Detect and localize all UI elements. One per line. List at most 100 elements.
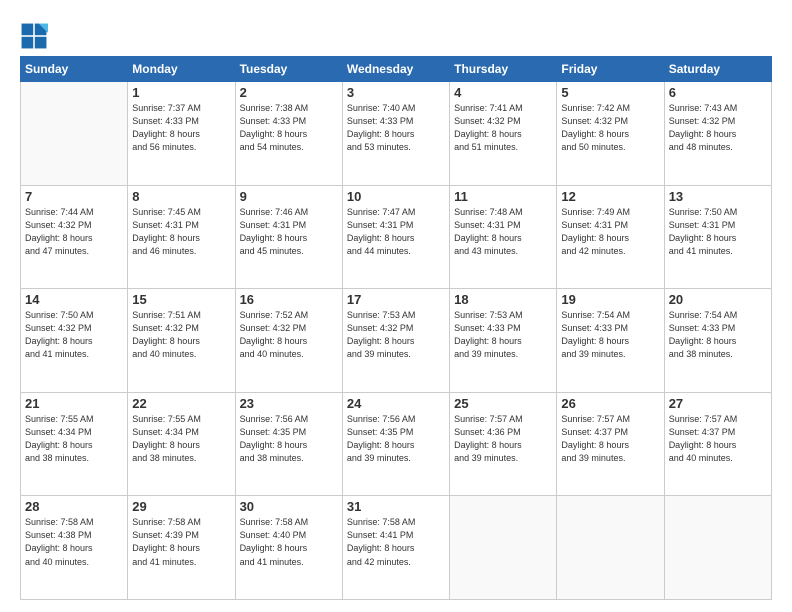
day-cell: 30Sunrise: 7:58 AMSunset: 4:40 PMDayligh…: [235, 496, 342, 600]
day-cell: 22 Sunrise: 7:55 AMSunset: 4:34 PMDayligh…: [128, 392, 235, 496]
day-cell: 2Sunrise: 7:38 AMSunset: 4:33 PMDaylight…: [235, 82, 342, 186]
day-number: 30: [240, 499, 338, 514]
day-info: Sunrise: 7:37 AMSunset: 4:33 PMDaylight:…: [132, 102, 230, 154]
day-number: 9: [240, 189, 338, 204]
day-number: 26: [561, 396, 659, 411]
day-info: Sunrise: 7:57 AMSunset: 4:37 PMDaylight:…: [669, 413, 767, 465]
day-info: Sunrise: 7:57 AMSunset: 4:36 PMDaylight:…: [454, 413, 552, 465]
day-info: Sunrise: 7:50 AMSunset: 4:32 PMDaylight:…: [25, 309, 123, 361]
day-number: 16: [240, 292, 338, 307]
day-info: Sunrise: 7:50 AMSunset: 4:31 PMDaylight:…: [669, 206, 767, 258]
day-number: 17: [347, 292, 445, 307]
day-info: Sunrise: 7:54 AMSunset: 4:33 PMDaylight:…: [561, 309, 659, 361]
day-number: 6: [669, 85, 767, 100]
day-number: 14: [25, 292, 123, 307]
weekday-header-friday: Friday: [557, 57, 664, 82]
week-row-5: 28 Sunrise: 7:58 AMSunset: 4:38 PMDayligh…: [21, 496, 772, 600]
day-info: Sunrise: 7:58 AMSunset: 4:38 PMDaylight:…: [25, 516, 123, 568]
day-number: 25: [454, 396, 552, 411]
weekday-header-sunday: Sunday: [21, 57, 128, 82]
day-info: Sunrise: 7:56 AMSunset: 4:35 PMDaylight:…: [240, 413, 338, 465]
day-cell: 25 Sunrise: 7:57 AMSunset: 4:36 PMDayligh…: [450, 392, 557, 496]
day-cell: 12 Sunrise: 7:49 AMSunset: 4:31 PMDayligh…: [557, 185, 664, 289]
day-cell: 28 Sunrise: 7:58 AMSunset: 4:38 PMDayligh…: [21, 496, 128, 600]
week-row-1: 1 Sunrise: 7:37 AMSunset: 4:33 PMDaylight…: [21, 82, 772, 186]
day-number: 29: [132, 499, 230, 514]
day-cell: [450, 496, 557, 600]
day-info: Sunrise: 7:49 AMSunset: 4:31 PMDaylight:…: [561, 206, 659, 258]
logo-icon: [20, 22, 48, 50]
day-info: Sunrise: 7:56 AMSunset: 4:35 PMDaylight:…: [347, 413, 445, 465]
day-info: Sunrise: 7:54 AMSunset: 4:33 PMDaylight:…: [669, 309, 767, 361]
day-cell: 1 Sunrise: 7:37 AMSunset: 4:33 PMDaylight…: [128, 82, 235, 186]
day-number: 20: [669, 292, 767, 307]
weekday-header-monday: Monday: [128, 57, 235, 82]
weekday-header-saturday: Saturday: [664, 57, 771, 82]
day-cell: 3 Sunrise: 7:40 AMSunset: 4:33 PMDaylight…: [342, 82, 449, 186]
weekday-header-tuesday: Tuesday: [235, 57, 342, 82]
day-cell: 11 Sunrise: 7:48 AMSunset: 4:31 PMDayligh…: [450, 185, 557, 289]
day-info: Sunrise: 7:55 AMSunset: 4:34 PMDaylight:…: [25, 413, 123, 465]
day-number: 15: [132, 292, 230, 307]
week-row-4: 21 Sunrise: 7:55 AMSunset: 4:34 PMDayligh…: [21, 392, 772, 496]
header: [20, 18, 772, 50]
day-cell: 4Sunrise: 7:41 AMSunset: 4:32 PMDaylight…: [450, 82, 557, 186]
day-info: Sunrise: 7:53 AMSunset: 4:32 PMDaylight:…: [347, 309, 445, 361]
day-cell: 18 Sunrise: 7:53 AMSunset: 4:33 PMDayligh…: [450, 289, 557, 393]
day-cell: 27 Sunrise: 7:57 AMSunset: 4:37 PMDayligh…: [664, 392, 771, 496]
weekday-header-thursday: Thursday: [450, 57, 557, 82]
weekday-header-row: SundayMondayTuesdayWednesdayThursdayFrid…: [21, 57, 772, 82]
day-number: 24: [347, 396, 445, 411]
day-info: Sunrise: 7:48 AMSunset: 4:31 PMDaylight:…: [454, 206, 552, 258]
day-number: 12: [561, 189, 659, 204]
day-number: 21: [25, 396, 123, 411]
day-number: 3: [347, 85, 445, 100]
day-cell: 16Sunrise: 7:52 AMSunset: 4:32 PMDayligh…: [235, 289, 342, 393]
day-info: Sunrise: 7:41 AMSunset: 4:32 PMDaylight:…: [454, 102, 552, 154]
day-info: Sunrise: 7:43 AMSunset: 4:32 PMDaylight:…: [669, 102, 767, 154]
day-number: 22: [132, 396, 230, 411]
day-number: 27: [669, 396, 767, 411]
day-info: Sunrise: 7:42 AMSunset: 4:32 PMDaylight:…: [561, 102, 659, 154]
day-number: 13: [669, 189, 767, 204]
day-cell: 23 Sunrise: 7:56 AMSunset: 4:35 PMDayligh…: [235, 392, 342, 496]
day-number: 19: [561, 292, 659, 307]
day-cell: [557, 496, 664, 600]
day-cell: 8Sunrise: 7:45 AMSunset: 4:31 PMDaylight…: [128, 185, 235, 289]
day-cell: 20 Sunrise: 7:54 AMSunset: 4:33 PMDayligh…: [664, 289, 771, 393]
day-info: Sunrise: 7:47 AMSunset: 4:31 PMDaylight:…: [347, 206, 445, 258]
day-cell: 5 Sunrise: 7:42 AMSunset: 4:32 PMDaylight…: [557, 82, 664, 186]
week-row-3: 14 Sunrise: 7:50 AMSunset: 4:32 PMDayligh…: [21, 289, 772, 393]
day-number: 1: [132, 85, 230, 100]
day-number: 23: [240, 396, 338, 411]
day-number: 5: [561, 85, 659, 100]
day-info: Sunrise: 7:57 AMSunset: 4:37 PMDaylight:…: [561, 413, 659, 465]
day-number: 7: [25, 189, 123, 204]
week-row-2: 7 Sunrise: 7:44 AMSunset: 4:32 PMDaylight…: [21, 185, 772, 289]
day-cell: 13 Sunrise: 7:50 AMSunset: 4:31 PMDayligh…: [664, 185, 771, 289]
day-cell: [21, 82, 128, 186]
day-cell: 14 Sunrise: 7:50 AMSunset: 4:32 PMDayligh…: [21, 289, 128, 393]
day-info: Sunrise: 7:44 AMSunset: 4:32 PMDaylight:…: [25, 206, 123, 258]
day-cell: 24 Sunrise: 7:56 AMSunset: 4:35 PMDayligh…: [342, 392, 449, 496]
day-cell: 7 Sunrise: 7:44 AMSunset: 4:32 PMDaylight…: [21, 185, 128, 289]
day-cell: 31Sunrise: 7:58 AMSunset: 4:41 PMDayligh…: [342, 496, 449, 600]
day-cell: 17 Sunrise: 7:53 AMSunset: 4:32 PMDayligh…: [342, 289, 449, 393]
day-cell: 19 Sunrise: 7:54 AMSunset: 4:33 PMDayligh…: [557, 289, 664, 393]
weekday-header-wednesday: Wednesday: [342, 57, 449, 82]
day-info: Sunrise: 7:40 AMSunset: 4:33 PMDaylight:…: [347, 102, 445, 154]
day-number: 18: [454, 292, 552, 307]
day-info: Sunrise: 7:45 AMSunset: 4:31 PMDaylight:…: [132, 206, 230, 258]
day-cell: 9Sunrise: 7:46 AMSunset: 4:31 PMDaylight…: [235, 185, 342, 289]
day-cell: 26 Sunrise: 7:57 AMSunset: 4:37 PMDayligh…: [557, 392, 664, 496]
day-number: 11: [454, 189, 552, 204]
day-info: Sunrise: 7:55 AMSunset: 4:34 PMDaylight:…: [132, 413, 230, 465]
day-cell: 6 Sunrise: 7:43 AMSunset: 4:32 PMDaylight…: [664, 82, 771, 186]
day-number: 28: [25, 499, 123, 514]
day-info: Sunrise: 7:51 AMSunset: 4:32 PMDaylight:…: [132, 309, 230, 361]
calendar-table: SundayMondayTuesdayWednesdayThursdayFrid…: [20, 56, 772, 600]
day-cell: 29Sunrise: 7:58 AMSunset: 4:39 PMDayligh…: [128, 496, 235, 600]
day-info: Sunrise: 7:53 AMSunset: 4:33 PMDaylight:…: [454, 309, 552, 361]
page: SundayMondayTuesdayWednesdayThursdayFrid…: [0, 0, 792, 612]
day-number: 31: [347, 499, 445, 514]
